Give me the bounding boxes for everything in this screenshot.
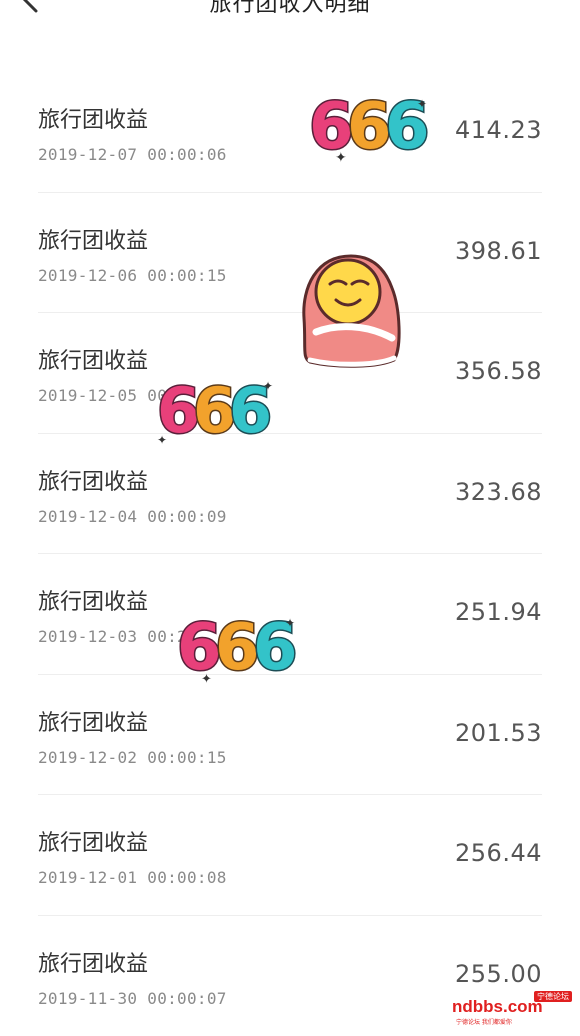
item-time: 2019-12-07 00:00:06 [38, 145, 227, 164]
watermark-site-name: ndbbs.com [452, 997, 543, 1017]
watermark-badge: 宁德论坛 [534, 991, 572, 1002]
item-title: 旅行团收益 [38, 946, 148, 978]
list-item[interactable]: 旅行团收益 2019-12-06 00:00:15 398.61 [38, 193, 542, 314]
item-amount: 398.61 [455, 237, 542, 265]
item-amount: 356.58 [455, 357, 542, 385]
item-amount: 323.68 [455, 478, 542, 506]
item-title: 旅行团收益 [38, 223, 148, 255]
item-title: 旅行团收益 [38, 102, 148, 134]
list-item[interactable]: 旅行团收益 2019-12-02 00:00:15 201.53 [38, 675, 542, 796]
nav-bar: 旅行团收入明细 [0, 0, 580, 40]
item-time: 2019-12-01 00:00:08 [38, 868, 227, 887]
item-time: 2019-12-04 00:00:09 [38, 507, 227, 526]
list-item[interactable]: 旅行团收益 2019-12-01 00:00:08 256.44 [38, 795, 542, 916]
item-time: 2019-11-30 00:00:07 [38, 989, 227, 1008]
item-time: 2019-12-03 00:2 [38, 627, 187, 646]
item-amount: 256.44 [455, 839, 542, 867]
item-amount: 414.23 [455, 116, 542, 144]
item-title: 旅行团收益 [38, 464, 148, 496]
item-amount: 251.94 [455, 598, 542, 626]
page-title: 旅行团收入明细 [0, 0, 580, 18]
income-list: 旅行团收益 2019-12-07 00:00:06 414.23 旅行团收益 2… [0, 72, 580, 1036]
list-item[interactable]: 旅行团收益 2019-12-05 00 356.58 [38, 313, 542, 434]
item-time: 2019-12-05 00 [38, 386, 167, 405]
list-item[interactable]: 旅行团收益 2019-12-03 00:2 251.94 [38, 554, 542, 675]
item-title: 旅行团收益 [38, 825, 148, 857]
watermark-slogan: 宁德论坛 我们都爱你 [456, 1017, 512, 1026]
item-title: 旅行团收益 [38, 705, 148, 737]
site-watermark: ndbbs.com 宁德论坛 宁德论坛 我们都爱你 [452, 991, 572, 1025]
item-title: 旅行团收益 [38, 584, 148, 616]
item-amount: 201.53 [455, 719, 542, 747]
list-item[interactable]: 旅行团收益 2019-12-04 00:00:09 323.68 [38, 434, 542, 555]
item-title: 旅行团收益 [38, 343, 148, 375]
item-amount: 255.00 [455, 960, 542, 988]
item-time: 2019-12-06 00:00:15 [38, 266, 227, 285]
list-item[interactable]: 旅行团收益 2019-12-07 00:00:06 414.23 [38, 72, 542, 193]
item-time: 2019-12-02 00:00:15 [38, 748, 227, 767]
